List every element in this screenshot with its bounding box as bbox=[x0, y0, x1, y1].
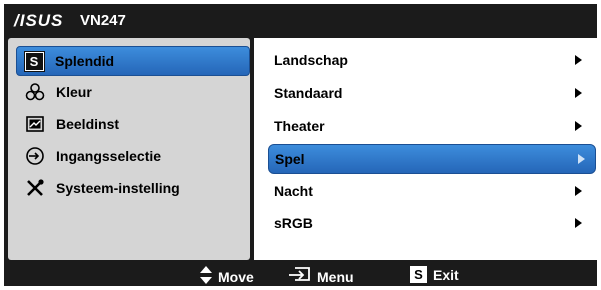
tools-icon bbox=[24, 177, 46, 199]
splendid-s-icon: S bbox=[410, 266, 427, 283]
title-bar: /ISUS VN247 bbox=[4, 4, 597, 36]
menu-item-label: Splendid bbox=[55, 53, 115, 69]
submenu-item-landschap[interactable]: Landschap bbox=[274, 46, 592, 74]
chevron-right-icon bbox=[575, 121, 582, 131]
exit-hint: S Exit bbox=[410, 266, 459, 283]
submenu-item-label: sRGB bbox=[274, 215, 313, 231]
exit-label: Exit bbox=[433, 266, 459, 283]
menu-item-kleur[interactable]: Kleur bbox=[18, 78, 248, 106]
chevron-right-icon bbox=[575, 55, 582, 65]
chevron-right-icon bbox=[575, 88, 582, 98]
up-down-arrows-icon bbox=[200, 266, 212, 287]
submenu: Landschap Standaard Theater Spel Nacht s… bbox=[254, 38, 597, 260]
submenu-item-label: Landschap bbox=[274, 52, 348, 68]
submenu-item-label: Theater bbox=[274, 118, 325, 134]
menu-hint: Menu bbox=[287, 266, 354, 287]
submenu-item-nacht[interactable]: Nacht bbox=[274, 177, 592, 205]
submenu-item-spel[interactable]: Spel bbox=[268, 144, 596, 174]
menu-item-label: Kleur bbox=[56, 84, 92, 100]
menu-item-ingangsselectie[interactable]: Ingangsselectie bbox=[18, 142, 248, 170]
menu-item-beeldinst[interactable]: Beeldinst bbox=[18, 110, 248, 138]
submenu-item-label: Nacht bbox=[274, 183, 313, 199]
main-menu: S Splendid Kleur Beeldinst Ingangsselect… bbox=[8, 38, 250, 260]
image-icon bbox=[24, 113, 46, 135]
chevron-right-icon bbox=[578, 154, 585, 164]
submenu-item-label: Standaard bbox=[274, 85, 343, 101]
color-icon bbox=[24, 81, 46, 103]
menu-item-label: Ingangsselectie bbox=[56, 148, 162, 164]
menu-item-label: Systeem-instelling bbox=[56, 180, 180, 196]
submenu-item-standaard[interactable]: Standaard bbox=[274, 79, 592, 107]
menu-item-splendid[interactable]: S Splendid bbox=[16, 46, 250, 76]
move-label: Move bbox=[218, 268, 254, 285]
submenu-item-theater[interactable]: Theater bbox=[274, 112, 592, 140]
chevron-right-icon bbox=[575, 218, 582, 228]
model-name: VN247 bbox=[80, 12, 126, 29]
menu-label: Menu bbox=[317, 268, 354, 285]
menu-item-systeem-instelling[interactable]: Systeem-instelling bbox=[18, 174, 248, 202]
key-guide-bar: Move Menu S Exit bbox=[4, 262, 597, 286]
splendid-s-icon: S bbox=[23, 50, 45, 72]
asus-logo: /ISUS bbox=[14, 11, 64, 30]
enter-icon bbox=[287, 266, 311, 287]
move-hint: Move bbox=[200, 266, 254, 287]
menu-item-label: Beeldinst bbox=[56, 116, 120, 132]
osd-window: /ISUS VN247 S Splendid Kleur Beeldinst I… bbox=[4, 4, 597, 286]
submenu-item-label: Spel bbox=[275, 151, 305, 167]
input-icon bbox=[24, 145, 46, 167]
submenu-item-srgb[interactable]: sRGB bbox=[274, 209, 592, 237]
chevron-right-icon bbox=[575, 186, 582, 196]
